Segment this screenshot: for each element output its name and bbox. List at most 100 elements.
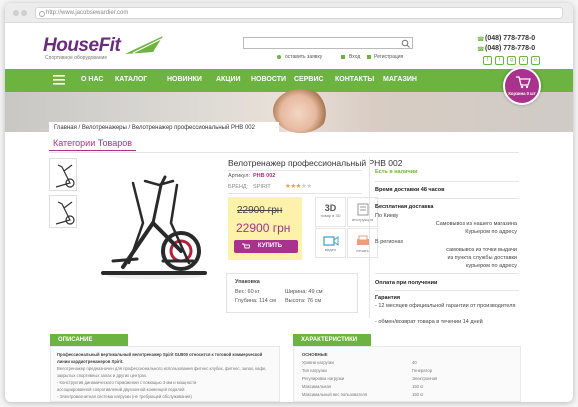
banner-photo <box>273 89 329 133</box>
package-specs: Упаковка Вес: 60 кг Ширина: 49 см Глубин… <box>226 273 358 313</box>
social-icon[interactable]: o <box>531 56 540 65</box>
char-value: Электронная <box>412 376 438 381</box>
search-input[interactable] <box>243 37 413 49</box>
brand-label: БРЕНД: <box>228 184 249 190</box>
description-line: ассоциированной сопротивлений двухзонной… <box>57 387 185 392</box>
phone-number[interactable]: (048) 778-778-0 <box>485 35 535 42</box>
print-button[interactable]: печать <box>347 228 378 258</box>
divider <box>49 152 519 153</box>
print-label: печать <box>356 248 369 253</box>
nav-sales[interactable]: АКЦИИ <box>216 76 241 83</box>
spec-weight: Вес: 60 кг <box>235 289 260 295</box>
product-image <box>101 175 207 279</box>
window-dot[interactable] <box>21 10 27 16</box>
cart-label: Корзина 0 шт <box>508 91 536 96</box>
region-option: курьером по адресу <box>465 263 517 269</box>
video-icon <box>322 236 338 246</box>
description-panel: Профессиональный вертикальный велотренаж… <box>50 346 280 402</box>
menu-icon[interactable] <box>53 75 65 85</box>
login-link[interactable]: Вход <box>349 54 360 60</box>
logo-subtitle: Спортивное оборудование <box>45 55 108 61</box>
product-thumbnail[interactable] <box>49 158 77 191</box>
buy-label: КУПИТЬ <box>257 243 283 249</box>
video-button[interactable]: видео <box>315 228 346 258</box>
social-icon[interactable]: v <box>519 56 528 65</box>
social-icon[interactable]: t <box>495 56 504 65</box>
nav-new[interactable]: НОВИНКИ <box>167 76 202 83</box>
manual-button[interactable]: инструкция <box>347 197 378 227</box>
browser-window: http://www.jacobsewardier.com HouseFit С… <box>5 3 573 402</box>
browser-chrome: http://www.jacobsewardier.com <box>5 3 573 23</box>
phone-number[interactable]: (048) 778-778-0 <box>485 45 535 52</box>
search-icon[interactable] <box>401 39 410 48</box>
warranty-line: - 12 месяцев официальной гарантии от про… <box>375 303 516 309</box>
divider <box>375 290 519 291</box>
brand-value: SPIRIT <box>253 184 271 190</box>
request-link[interactable]: оставить заявку <box>285 54 322 60</box>
nav-service[interactable]: СЕРВИС <box>294 76 324 83</box>
divider <box>228 193 362 194</box>
nav-news[interactable]: НОВОСТИ <box>251 76 286 83</box>
description-line: - Электромагнитная система нагрузки (не … <box>57 394 192 399</box>
characteristics-heading: ОСНОВНЫЕ <box>302 352 328 357</box>
social-icon[interactable]: g <box>507 56 516 65</box>
delivery-time: Время доставки 48 часов <box>375 187 445 193</box>
3d-icon: 3D <box>324 203 337 213</box>
warranty-title: Гарантия <box>375 295 401 301</box>
product-title: Велотренажер профессиональный PHB 002 <box>228 158 403 168</box>
star-icon: ★ <box>306 183 312 190</box>
char-value: 150 кг <box>412 384 424 389</box>
stock-status: Есть в наличии <box>375 169 418 175</box>
tab-description[interactable]: ОПИСАНИЕ <box>50 334 128 346</box>
address-bar[interactable]: http://www.jacobsewardier.com <box>35 7 563 19</box>
document-icon <box>357 203 368 216</box>
divider <box>228 170 362 171</box>
char-name: Уровни нагрузки <box>302 360 334 365</box>
spec-width: Ширина: 49 см <box>285 289 323 295</box>
cart-icon <box>242 243 250 249</box>
char-name: Регулировка нагрузки <box>302 376 345 381</box>
window-dot[interactable] <box>13 10 19 16</box>
leaf-logo-icon <box>125 36 163 54</box>
description-line: - Конструктив динамического торможения с… <box>57 380 197 385</box>
divider <box>375 273 519 274</box>
categories-title[interactable]: Категории Товаров <box>49 138 137 151</box>
payment-info: Оплата при получении <box>375 280 438 286</box>
nav-shop[interactable]: МАГАЗИН <box>383 76 417 83</box>
warranty-line: - обмен/возврат товара в течении 14 дней <box>375 319 483 325</box>
divider <box>375 181 519 182</box>
rating-stars[interactable]: ★★★★★ <box>285 182 312 190</box>
login-icon <box>341 55 345 59</box>
nav-contacts[interactable]: КОНТАКТЫ <box>335 76 374 83</box>
char-name: Максимальный вес пользователя <box>302 392 368 397</box>
kyiv-label: По Киеву <box>375 213 399 219</box>
kyiv-option: Самовывоз из нашего магазина <box>435 221 517 227</box>
manual-label: инструкция <box>352 217 373 222</box>
cart-button[interactable]: Корзина 0 шт <box>503 67 541 105</box>
breadcrumb[interactable]: Главная / Велотренажеры / Велотренажер п… <box>49 122 279 134</box>
social-icon[interactable]: f <box>483 56 492 65</box>
char-value: Генератор <box>412 368 433 373</box>
description-line: Велотренажер предназначен для профессион… <box>57 366 267 371</box>
region-option: самовывоз из точки выдачи <box>446 247 517 253</box>
phone-icon: ☎ <box>477 47 485 53</box>
divider <box>369 158 370 318</box>
current-price: 22900 грн <box>236 221 291 235</box>
description-line: закрытых спортивных залах и других центр… <box>57 373 148 378</box>
buy-button[interactable]: КУПИТЬ <box>234 240 298 253</box>
tab-characteristics[interactable]: ХАРАКТЕРИСТИКИ <box>293 334 371 346</box>
article-label: Артикул: <box>228 173 251 179</box>
old-price: 22900 грн <box>237 205 283 216</box>
char-name: Тип нагрузки <box>302 368 327 373</box>
register-link[interactable]: Регистрация <box>374 54 403 60</box>
article-value: PHB 002 <box>253 173 276 179</box>
nav-catalog[interactable]: КАТАЛОГ <box>115 76 147 83</box>
3d-view-button[interactable]: 3D товар в 3D <box>315 197 346 227</box>
nav-about[interactable]: О НАС <box>81 76 103 83</box>
region-option: из пункта службы доставки <box>447 255 517 261</box>
free-delivery: Бесплатная доставка <box>375 204 434 210</box>
product-thumbnail[interactable] <box>49 195 77 228</box>
characteristics-panel: ОСНОВНЫЕ Уровни нагрузки 40 Тип нагрузки… <box>293 346 521 402</box>
print-icon <box>356 235 369 245</box>
site-logo[interactable]: HouseFit <box>43 35 121 57</box>
